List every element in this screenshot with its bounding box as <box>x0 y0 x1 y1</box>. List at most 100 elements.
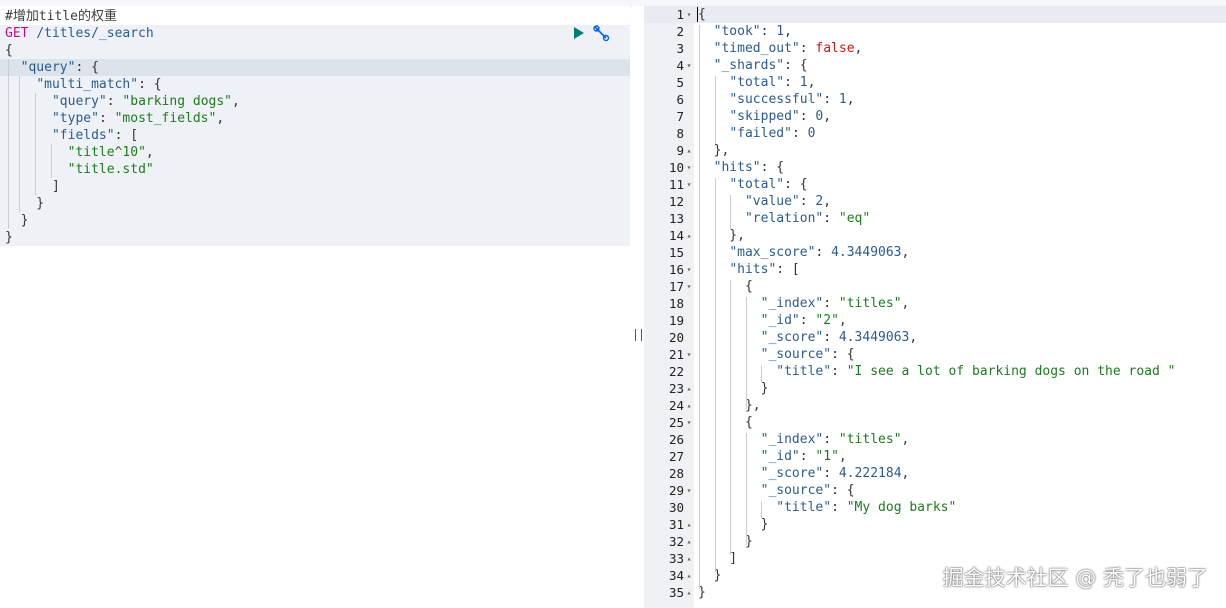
fold-caret-down-icon[interactable]: ▾ <box>685 261 693 278</box>
fold-caret-up-icon[interactable]: ▴ <box>685 397 693 414</box>
response-editor[interactable]: 1 ▾{2 "took": 1, 3 "timed_out": false, 4 ▾ "… <box>644 6 1226 608</box>
request-body-line[interactable]: "query": "barking dogs", <box>5 93 240 110</box>
fold-caret-down-icon[interactable]: ▾ <box>685 278 693 295</box>
code-token: : <box>799 313 816 328</box>
fold-caret-down-icon[interactable]: ▾ <box>685 414 693 431</box>
code-token: : { <box>138 77 162 92</box>
code-token: "relation" <box>744 211 824 226</box>
code-token: , <box>807 75 816 90</box>
request-path: /titles/_search <box>36 26 154 41</box>
response-line: 28 "_score": 4.222184, <box>644 465 1226 482</box>
fold-caret-up-icon[interactable]: ▴ <box>685 516 693 533</box>
response-code: } <box>698 567 722 584</box>
request-body-line[interactable]: "type": "most_fields", <box>5 110 224 127</box>
fold-caret-down-icon[interactable]: ▾ <box>685 57 693 74</box>
fold-caret-up-icon[interactable]: ▴ <box>685 567 693 584</box>
fold-caret-down-icon[interactable]: ▾ <box>685 346 693 363</box>
fold-caret-up-icon[interactable]: ▴ <box>685 533 693 550</box>
request-body-line[interactable]: "fields": [ <box>5 127 138 144</box>
code-token: , <box>838 313 847 328</box>
line-number: 1 <box>676 7 684 22</box>
code-token: "_source" <box>760 483 832 498</box>
code-token: : <box>791 126 808 141</box>
request-body-line[interactable]: "title^10", <box>5 144 154 161</box>
response-code: } <box>698 516 769 533</box>
code-token: : <box>760 24 777 39</box>
response-line: 10 ▾ "hits": { <box>644 159 1226 176</box>
response-code: "hits": { <box>698 159 784 176</box>
code-token: "took" <box>713 24 761 39</box>
line-number: 2 <box>676 24 684 39</box>
fold-caret-down-icon[interactable]: ▾ <box>685 482 693 499</box>
code-token: 4.3449063 <box>838 330 910 345</box>
fold-caret-up-icon[interactable]: ▴ <box>685 584 693 601</box>
code-token: } <box>5 196 45 211</box>
code-token: , <box>901 296 910 311</box>
request-editor[interactable]: #增加title的权重 GET /titles/_search { "query… <box>0 6 630 608</box>
code-token: : { <box>831 347 855 362</box>
code-token: "My dog barks" <box>846 500 957 515</box>
fold-caret-down-icon[interactable]: ▾ <box>685 159 693 176</box>
fold-caret-down-icon[interactable]: ▾ <box>685 6 693 23</box>
resize-handle-icon[interactable] <box>635 329 642 341</box>
fold-caret-up-icon[interactable]: ▴ <box>685 380 693 397</box>
line-number: 13 <box>668 211 684 226</box>
code-token: : <box>823 466 839 481</box>
code-token: "title" <box>776 364 832 379</box>
code-token: "failed" <box>729 126 792 141</box>
response-line: 23 ▴ } <box>644 380 1226 397</box>
line-number: 18 <box>668 296 684 311</box>
code-token: : <box>799 194 816 209</box>
play-icon[interactable] <box>574 27 584 39</box>
fold-caret-up-icon[interactable]: ▴ <box>685 142 693 159</box>
code-token: : <box>823 92 839 107</box>
fold-caret-down-icon[interactable]: ▾ <box>685 176 693 193</box>
line-number: 16 <box>668 262 684 277</box>
code-token: : <box>799 109 816 124</box>
fold-caret-up-icon[interactable]: ▴ <box>685 227 693 244</box>
line-number: 32 <box>668 534 684 549</box>
request-body-line[interactable]: "title.std" <box>5 161 154 178</box>
indent-guide <box>746 297 747 409</box>
code-token: : <box>823 432 839 447</box>
fold-caret-up-icon[interactable]: ▴ <box>685 550 693 567</box>
indent-guide <box>51 144 52 178</box>
response-code: } <box>698 533 753 550</box>
line-number: 22 <box>668 364 684 379</box>
response-line: 4 ▾ "_shards": { <box>644 57 1226 74</box>
request-body-line[interactable]: ] <box>5 178 60 195</box>
response-line: 14 ▴ }, <box>644 227 1226 244</box>
code-token: : <box>823 211 839 226</box>
code-token: "I see a lot of barking dogs on the road… <box>846 364 1176 379</box>
response-line: 13 "relation": "eq" <box>644 210 1226 227</box>
response-code: "skipped": 0, <box>698 108 831 125</box>
request-body-line[interactable]: } <box>5 195 44 212</box>
request-body-line[interactable]: "multi_match": { <box>5 76 162 93</box>
indent-guide <box>19 76 20 212</box>
wrench-icon[interactable] <box>592 24 610 42</box>
code-token: } <box>5 230 13 245</box>
response-line: 24 ▴ }, <box>644 397 1226 414</box>
request-body-line[interactable]: "query": { <box>5 59 99 76</box>
request-line[interactable]: GET /titles/_search <box>5 25 154 42</box>
line-number: 24 <box>668 398 684 413</box>
pane-divider[interactable] <box>632 6 644 608</box>
line-number: 6 <box>676 92 684 107</box>
code-token: "successful" <box>729 92 824 107</box>
code-token: , <box>232 94 240 109</box>
request-body-line[interactable]: } <box>5 229 13 246</box>
indent-guide <box>35 93 36 195</box>
line-number: 7 <box>676 109 684 124</box>
indent-guide <box>715 178 716 572</box>
code-token: , <box>216 111 225 126</box>
response-line: 26 "_index": "titles", <box>644 431 1226 448</box>
code-token: "_shards" <box>713 58 785 73</box>
request-body-line[interactable]: { <box>5 42 13 59</box>
